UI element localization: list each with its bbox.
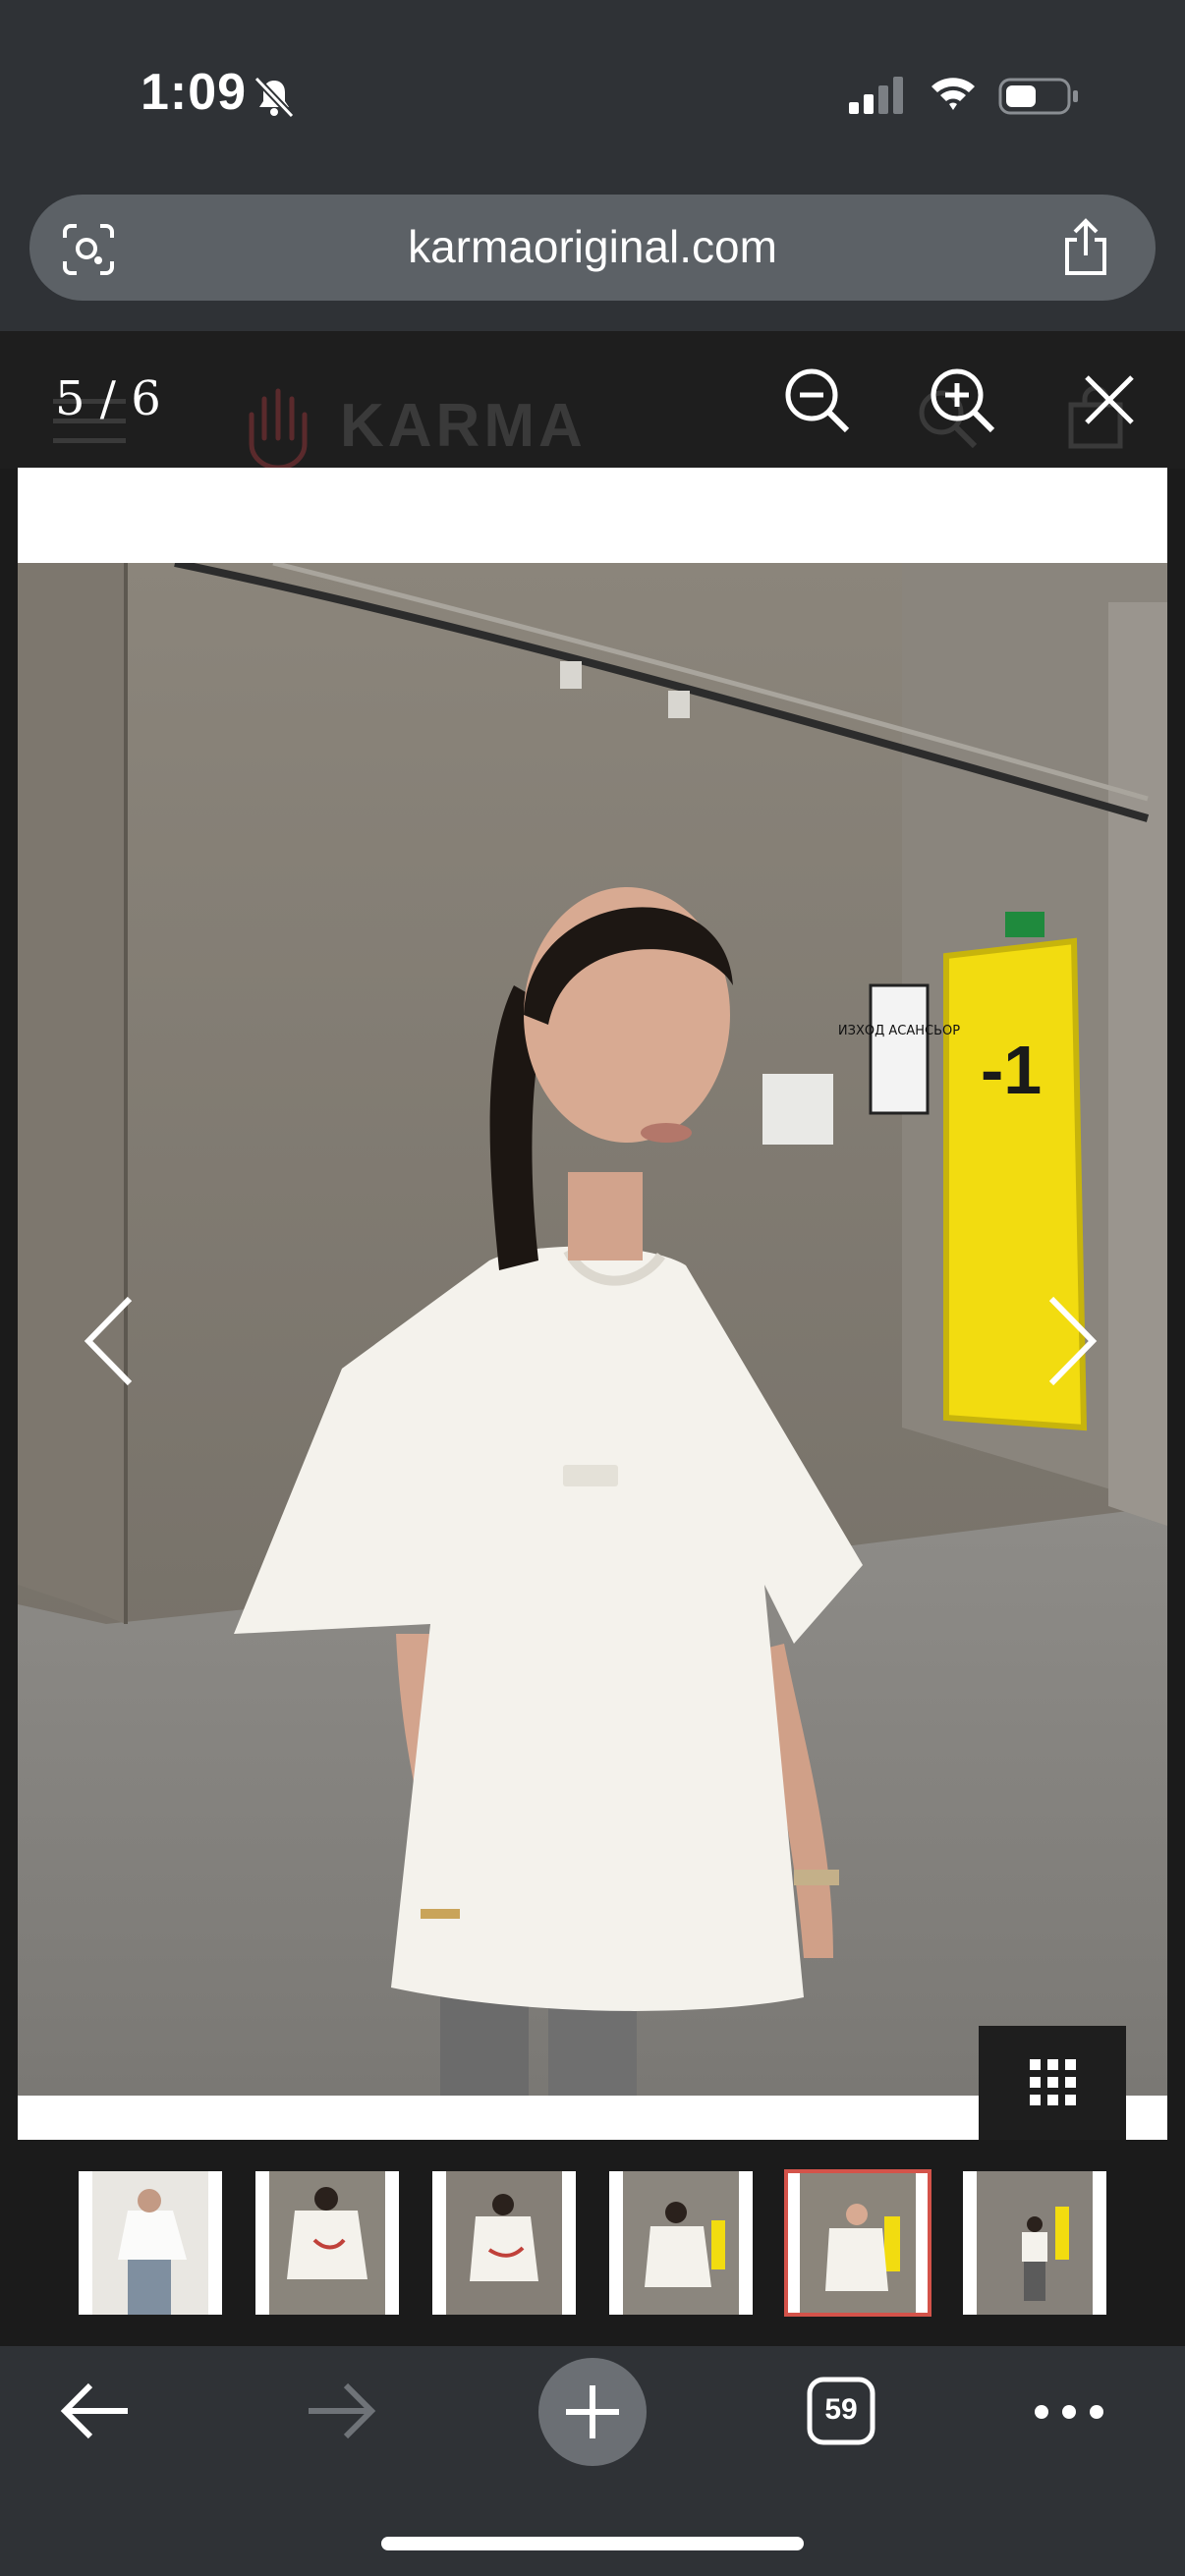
url-text[interactable]: karmaoriginal.com	[0, 220, 1185, 273]
site-logo: KARMA	[340, 392, 587, 460]
home-indicator	[381, 2537, 804, 2550]
thumbnail-4-image	[623, 2171, 739, 2315]
hand-logo-icon	[249, 388, 308, 468]
battery-icon	[998, 78, 1078, 115]
thumbnail-6[interactable]	[963, 2171, 1106, 2315]
status-time: 1:09	[141, 64, 248, 121]
thumbnail-6-image	[977, 2171, 1093, 2315]
wifi-icon	[931, 78, 975, 110]
thumbnail-5[interactable]	[784, 2169, 931, 2317]
back-arrow-icon[interactable]	[57, 2378, 132, 2444]
thumbnail-3[interactable]	[432, 2171, 576, 2315]
cellular-signal-icon	[849, 77, 903, 114]
thumbnail-1-image	[92, 2171, 208, 2315]
more-icon[interactable]	[1032, 2397, 1106, 2427]
thumbnail-4[interactable]	[609, 2171, 753, 2315]
grid-icon	[1030, 2059, 1076, 2105]
chevron-left-icon[interactable]	[81, 1295, 138, 1387]
site-header	[0, 331, 1185, 469]
zoom-in-icon[interactable]	[928, 365, 996, 434]
image-counter: 5 / 6	[55, 371, 161, 426]
plus-icon	[566, 2385, 619, 2438]
grid-view-button[interactable]	[979, 2026, 1126, 2142]
forward-arrow-icon[interactable]	[305, 2378, 379, 2444]
exit-sign: ИЗХОД АСАНСЬОР	[838, 1024, 960, 1038]
thumbnail-5-image	[800, 2171, 916, 2315]
share-icon[interactable]	[1059, 218, 1112, 277]
thumbnail-2[interactable]	[255, 2171, 399, 2315]
new-tab-button[interactable]	[538, 2358, 647, 2466]
product-photo-drawing: -1 ИЗХОД АСАНСЬОР	[18, 563, 1167, 2096]
product-photo[interactable]: -1 ИЗХОД АСАНСЬОР	[18, 563, 1167, 2096]
chevron-right-icon[interactable]	[1044, 1295, 1100, 1387]
thumbnail-2-image	[269, 2171, 385, 2315]
bell-slash-icon	[254, 76, 295, 119]
close-icon[interactable]	[1081, 371, 1138, 428]
door-label: -1	[981, 1032, 1042, 1108]
tabs-count[interactable]: 59	[806, 2393, 876, 2427]
zoom-out-icon[interactable]	[782, 365, 851, 434]
thumbnail-1[interactable]	[79, 2171, 222, 2315]
thumbnail-3-image	[446, 2171, 562, 2315]
